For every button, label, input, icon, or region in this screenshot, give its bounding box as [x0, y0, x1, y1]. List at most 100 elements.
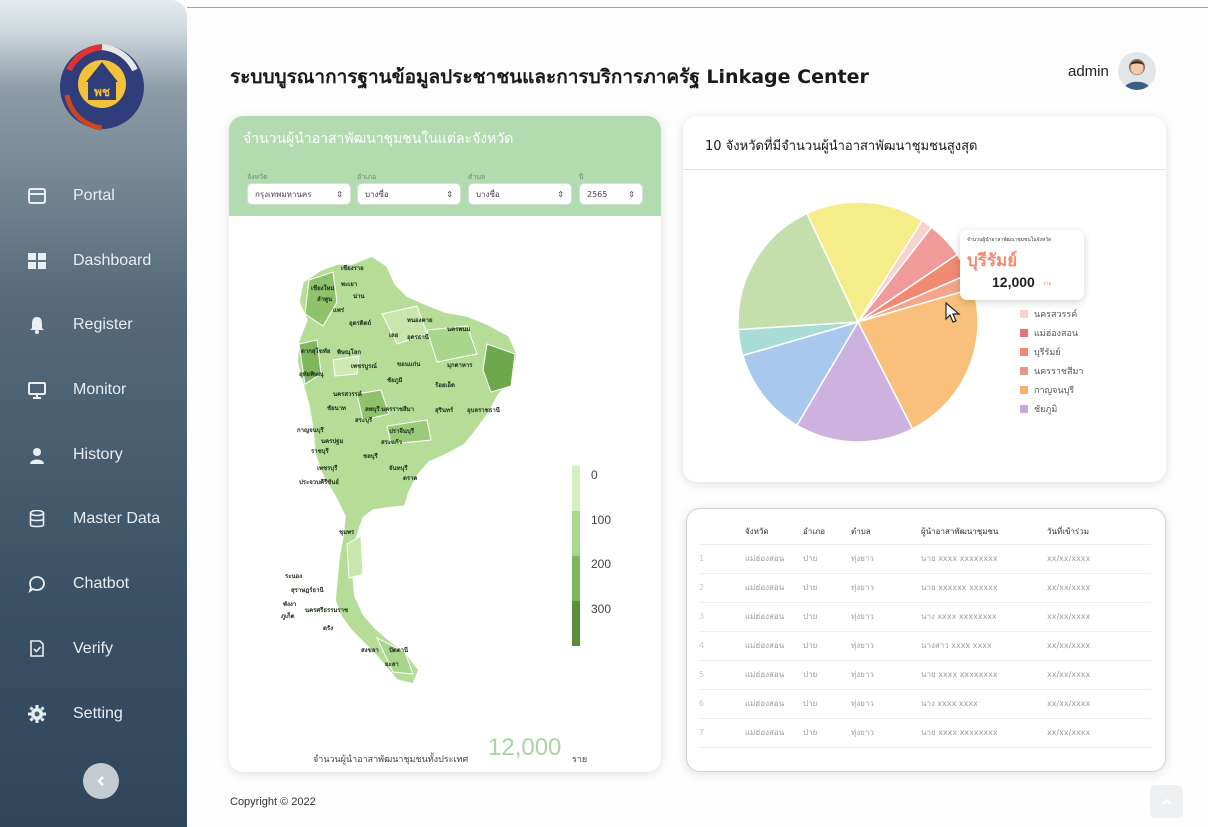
svg-text:สระบุรี: สระบุรี [355, 416, 373, 424]
legend-item[interactable]: ชัยภูมิ [1020, 399, 1083, 418]
col-header: อำเภอ [803, 519, 851, 545]
table-row[interactable]: 5 แม่ฮ่องสอน ปาย ทุ่งยาว นาย xxxx xxxxxxxx xx… [699, 660, 1151, 690]
sidebar-item-label: Dashboard [73, 252, 152, 269]
table-cell: ทุ่งยาว [851, 602, 921, 632]
volunteer-table: จังหวัด อำเภอ ตำบล ผู้นำอาสาพัฒนาชุมชน ว… [699, 519, 1151, 748]
table-header-row: จังหวัด อำเภอ ตำบล ผู้นำอาสาพัฒนาชุมชน ว… [699, 519, 1151, 545]
svg-text:ระนอง: ระนอง [285, 573, 302, 580]
sidebar-item-label: Portal [73, 187, 115, 204]
table-cell: แม่ฮ่องสอน [745, 689, 803, 719]
tooltip-province: บุรีรัมย์ [967, 251, 1018, 271]
legend-label: นครสวรรค์ [1034, 309, 1078, 320]
legend-swatch [1020, 404, 1028, 413]
svg-text:ปราจีนบุรี: ปราจีนบุรี [389, 427, 415, 435]
legend-item[interactable]: บุรีรัมย์ [1020, 342, 1083, 361]
sidebar-item-verify[interactable]: Verify [0, 629, 187, 669]
pie-tooltip: จำนวนผู้นำอาสาพัฒนาชุมชนในจังหวัด บุรีรั… [960, 230, 1084, 300]
svg-text:อุทัยพิษณุ: อุทัยพิษณุ [299, 370, 324, 378]
svg-text:เชียงใหม่: เชียงใหม่ [311, 284, 334, 292]
svg-text:ลำพูน: ลำพูน [317, 295, 333, 304]
svg-text:ภูเก็ต: ภูเก็ต [281, 611, 295, 621]
table-cell: ทุ่งยาว [851, 718, 921, 748]
sidebar-item-setting[interactable]: Setting [0, 694, 187, 734]
table-cell: 5 [699, 660, 745, 690]
updown-icon: ⇕ [336, 189, 343, 199]
svg-text:ตากสุโขทัย: ตากสุโขทัย [301, 347, 331, 355]
province-region[interactable] [346, 535, 364, 579]
svg-text:ชุมพร: ชุมพร [339, 529, 355, 536]
province-filter: จังหวัด กรุงเทพมหานคร ⇕ [247, 172, 351, 205]
legend-step [572, 556, 580, 601]
legend-swatch [1020, 366, 1028, 375]
table-row[interactable]: 7 แม่ฮ่องสอน ปาย ทุ่งยาว นาย xxxx xxxxxxxx xx… [699, 718, 1151, 748]
table-cell: นาง xxxx xxxxxxxx [921, 602, 1047, 632]
chevron-left-icon [95, 772, 107, 791]
sidebar-item-dashboard[interactable]: Dashboard [0, 241, 187, 281]
table-cell: แม่ฮ่องสอน [745, 631, 803, 661]
svg-text:ประจวบคีรีขันธ์: ประจวบคีรีขันธ์ [299, 478, 339, 486]
pie-chart[interactable] [683, 116, 1166, 482]
sidebar-item-master-data[interactable]: Master Data [0, 499, 187, 539]
sidebar-item-label: Chatbot [73, 575, 130, 592]
table-cell: ปาย [803, 631, 851, 661]
table-row[interactable]: 2 แม่ฮ่องสอน ปาย ทุ่งยาว นาย xxxxxx xxxxxx xx… [699, 573, 1151, 603]
table-row[interactable]: 4 แม่ฮ่องสอน ปาย ทุ่งยาว นางสาว xxxx xxxx xx/… [699, 631, 1151, 661]
svg-text:นครศรีธรรมราช: นครศรีธรรมราช [305, 606, 348, 614]
legend-label: 100 [591, 513, 612, 527]
collapse-sidebar-button[interactable] [83, 763, 119, 799]
subdistrict-select[interactable]: บางซื่อ ⇕ [468, 183, 572, 205]
table-row[interactable]: 3 แม่ฮ่องสอน ปาย ทุ่งยาว นาง xxxx xxxxxxxx xx… [699, 602, 1151, 632]
sidebar: พช Portal Dashboard Register Monitor His… [0, 0, 187, 827]
table-cell: แม่ฮ่องสอน [745, 660, 803, 690]
svg-text:ราชบุรี: ราชบุรี [311, 447, 329, 455]
table-cell: ปาย [803, 660, 851, 690]
sidebar-item-portal[interactable]: Portal [0, 176, 187, 216]
select-value: บางซื่อ [365, 189, 389, 199]
tooltip-value: 12,000 [992, 274, 1035, 290]
table-cell: ทุ่งยาว [851, 689, 921, 719]
province-select[interactable]: กรุงเทพมหานคร ⇕ [247, 183, 351, 205]
map-card-title: จำนวนผู้นำอาสาพัฒนาชุมชนในแต่ละจังหวัด [243, 131, 514, 147]
username[interactable]: admin [1068, 63, 1109, 80]
sidebar-item-register[interactable]: Register [0, 305, 187, 345]
svg-text:ร้อยเอ็ด: ร้อยเอ็ด [435, 380, 455, 389]
svg-text:นครพนม: นครพนม [447, 326, 470, 333]
scroll-to-top-button[interactable] [1150, 785, 1183, 818]
bell-icon [27, 315, 47, 335]
thailand-choropleth-map[interactable]: เชียงราย เชียงใหม่ พะเยา ลำพูน น่าน แพร่ อ… [277, 244, 557, 704]
svg-text:นครสวรรค์: นครสวรรค์ [333, 390, 362, 398]
map-legend-scale [572, 466, 580, 646]
avatar[interactable] [1118, 52, 1156, 90]
legend-item[interactable]: แม่ฮ่องสอน [1020, 323, 1083, 342]
filter-label: อำเภอ [357, 173, 377, 181]
legend-item[interactable]: นครสวรรค์ [1020, 304, 1083, 323]
sidebar-item-chatbot[interactable]: Chatbot [0, 564, 187, 604]
district-select[interactable]: บางซื่อ ⇕ [357, 183, 461, 205]
table-cell: นาย xxxxxx xxxxxx [921, 573, 1047, 603]
page-title: ระบบบูรณาการฐานข้อมูลประชาชนและการบริการ… [230, 66, 869, 88]
department-logo: พช [60, 44, 144, 131]
table-row[interactable]: 6 แม่ฮ่องสอน ปาย ทุ่งยาว นาง xxxx xxxx xx/xx/… [699, 689, 1151, 719]
sidebar-item-label: Monitor [73, 381, 127, 398]
sidebar-item-history[interactable]: History [0, 435, 187, 475]
legend-label: ชัยภูมิ [1034, 404, 1058, 415]
col-header: จังหวัด [745, 519, 803, 545]
svg-text:แพร่: แพร่ [333, 307, 345, 314]
year-select[interactable]: 2565 ⇕ [579, 183, 643, 205]
legend-item[interactable]: กาญจนบุรี [1020, 380, 1083, 399]
legend-swatch [1020, 309, 1028, 318]
filter-label: จังหวัด [247, 173, 268, 181]
table-cell: xx/xx/xxxx [1047, 689, 1151, 719]
window-icon [27, 186, 47, 206]
table-row[interactable]: 1 แม่ฮ่องสอน ปาย ทุ่งยาว นาย xxxx xxxxxxxx xx… [699, 544, 1151, 574]
legend-item[interactable]: นครราชสีมา [1020, 361, 1083, 380]
col-header: ตำบล [851, 519, 921, 545]
sidebar-item-monitor[interactable]: Monitor [0, 370, 187, 410]
district-filter: อำเภอ บางซื่อ ⇕ [357, 172, 461, 205]
table-cell: นาง xxxx xxxx [921, 689, 1047, 719]
svg-text:นครปฐม: นครปฐม [321, 437, 343, 445]
filter-label: ตำบล [468, 173, 486, 181]
table-cell: ทุ่งยาว [851, 631, 921, 661]
total-unit: ราย [572, 755, 588, 765]
table-cell: 3 [699, 602, 745, 632]
